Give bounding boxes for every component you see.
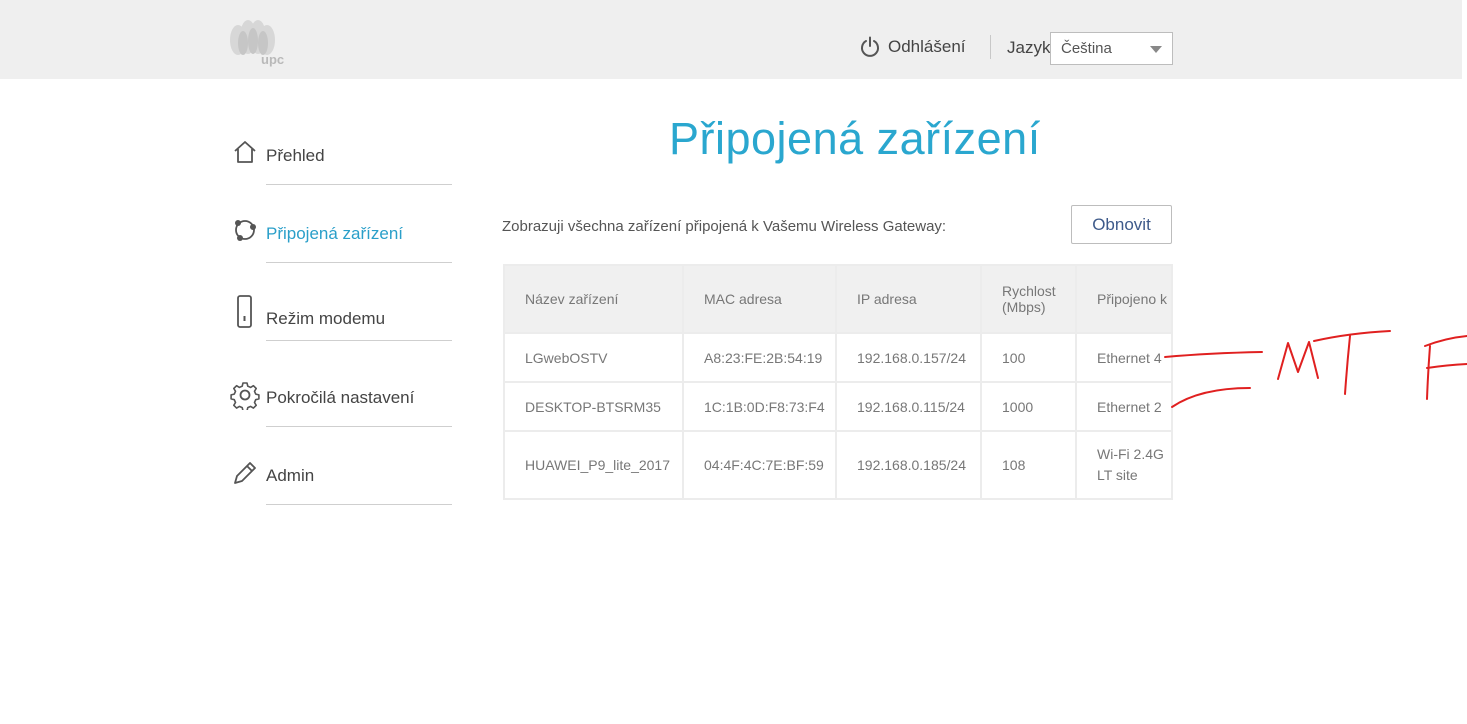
ip-cell: 192.168.0.115/24 [835, 381, 982, 432]
devices-icon [235, 220, 256, 241]
header-bar: upc Odhlášení Jazyk Čeština [0, 0, 1462, 79]
logo-text: upc [261, 52, 285, 67]
column-header: Rychlost (Mbps) [980, 264, 1077, 334]
sidebar-item-rezim-modemu[interactable]: Režim modemu [230, 294, 453, 351]
sidebar-divider [266, 184, 452, 185]
language-label: Jazyk [1007, 38, 1051, 57]
column-header: IP adresa [835, 264, 982, 334]
page-title: Připojená zařízení [669, 113, 1041, 164]
devices-table: Název zařízení MAC adresa IP adresa Rych… [503, 264, 1173, 500]
table-row: LGwebOSTV A8:23:FE:2B:54:19 192.168.0.15… [503, 332, 1173, 383]
table-header-row: Název zařízení MAC adresa IP adresa Rych… [503, 264, 1173, 334]
column-header: Název zařízení [503, 264, 684, 334]
language-value: Čeština [1061, 40, 1112, 57]
header-divider [990, 35, 991, 59]
mac-cell: 1C:1B:0D:F8:73:F4 [682, 381, 837, 432]
power-icon [861, 36, 879, 57]
logout-button[interactable]: Odhlášení [860, 36, 966, 58]
sidebar-item-label: Pokročilá nastavení [266, 388, 415, 407]
sidebar-item-label: Admin [266, 466, 315, 485]
connected-to-cell: Ethernet 2 [1075, 381, 1173, 432]
page-description: Zobrazuji všechna zařízení připojená k V… [502, 218, 947, 235]
gear-icon [230, 382, 260, 410]
sidebar-item-label: Přehled [266, 146, 325, 165]
sidebar-item-label: Připojená zařízení [266, 224, 404, 243]
modem-icon [237, 295, 252, 328]
sidebar-divider [266, 340, 452, 341]
sidebar-item-admin[interactable]: Admin [230, 458, 453, 508]
logout-label: Odhlášení [888, 37, 966, 56]
pencil-icon [234, 462, 256, 484]
speed-cell: 108 [980, 430, 1077, 500]
chevron-down-icon [1150, 46, 1162, 53]
sidebar-divider [266, 504, 452, 505]
speed-cell: 100 [980, 332, 1077, 383]
sidebar-divider [266, 262, 452, 263]
device-name-cell: DESKTOP-BTSRM35 [503, 381, 684, 432]
sidebar-item-prehled[interactable]: Přehled [230, 138, 453, 188]
ip-cell: 192.168.0.185/24 [835, 430, 982, 500]
sidebar-divider [266, 426, 452, 427]
language-select[interactable]: Čeština [1050, 32, 1173, 65]
column-header: MAC adresa [682, 264, 837, 334]
sidebar-item-pripojena-zarizeni[interactable]: Připojená zařízení [230, 216, 453, 266]
refresh-button[interactable]: Obnovit [1071, 205, 1172, 244]
mac-cell: A8:23:FE:2B:54:19 [682, 332, 837, 383]
device-name-cell: LGwebOSTV [503, 332, 684, 383]
connected-to-cell: Wi-Fi 2.4G LT site [1075, 430, 1173, 500]
sidebar-item-pokrocila-nastaveni[interactable]: Pokročilá nastavení [230, 380, 453, 430]
table-row: HUAWEI_P9_lite_2017 04:4F:4C:7E:BF:59 19… [503, 430, 1173, 500]
speed-cell: 1000 [980, 381, 1077, 432]
sidebar-item-label: Režim modemu [266, 309, 386, 328]
column-header: Připojeno k [1075, 264, 1173, 334]
home-icon [234, 141, 256, 163]
connected-to-cell: Ethernet 4 [1075, 332, 1173, 383]
device-name-cell: HUAWEI_P9_lite_2017 [503, 430, 684, 500]
table-row: DESKTOP-BTSRM35 1C:1B:0D:F8:73:F4 192.16… [503, 381, 1173, 432]
ip-cell: 192.168.0.157/24 [835, 332, 982, 383]
mac-cell: 04:4F:4C:7E:BF:59 [682, 430, 837, 500]
